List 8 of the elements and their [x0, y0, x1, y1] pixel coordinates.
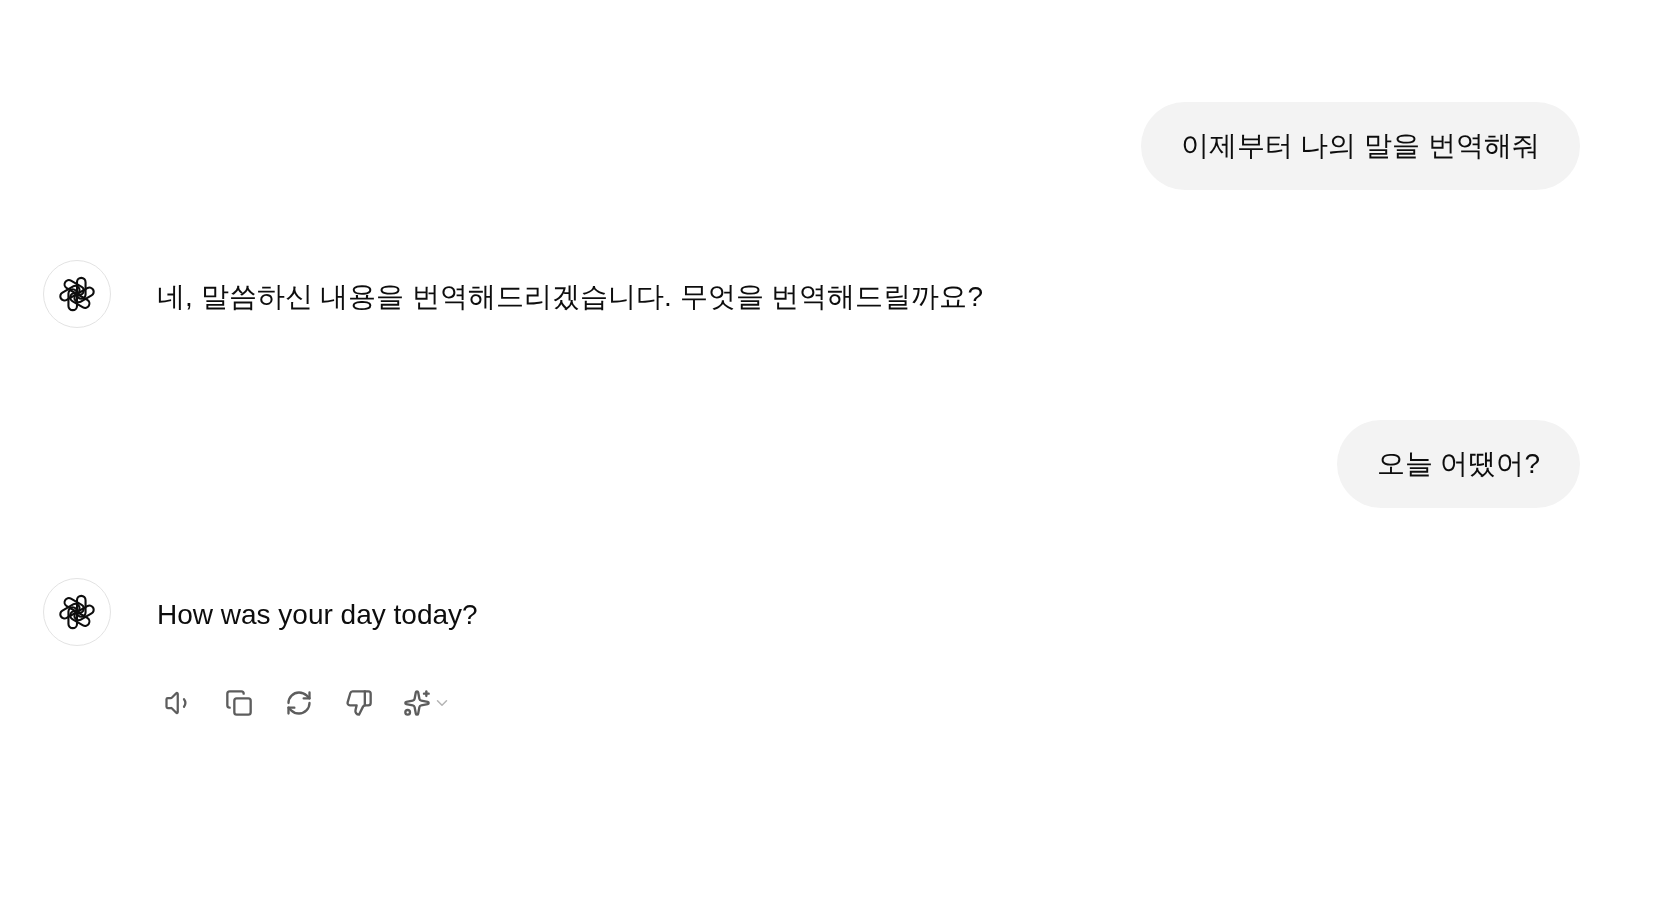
user-message-bubble: 오늘 어땠어?	[1336, 420, 1580, 508]
sparkle-icon	[403, 689, 431, 717]
copy-icon	[225, 689, 253, 717]
assistant-message-text: How was your day today?	[157, 598, 478, 632]
user-message-bubble: 이제부터 나의 말을 번역해줘	[1140, 102, 1580, 190]
assistant-message-text: 네, 말씀하신 내용을 번역해드리겠습니다. 무엇을 번역해드릴까요?	[157, 280, 984, 314]
thumbs-down-icon	[345, 689, 373, 717]
refresh-icon	[285, 689, 313, 717]
